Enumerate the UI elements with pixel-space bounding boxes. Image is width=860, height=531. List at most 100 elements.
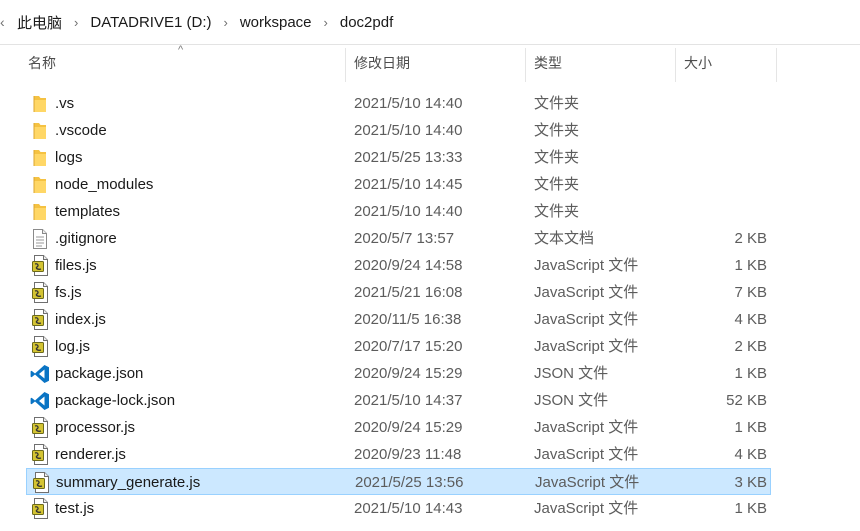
column-divider[interactable] [345,48,346,82]
file-name: processor.js [55,419,136,436]
file-type: JSON 文件 [534,365,609,382]
chevron-right-icon[interactable]: › [324,15,328,30]
file-name: .vscode [55,122,107,139]
file-size: 4 KB [734,446,767,463]
file-modified-date: 2021/5/10 14:43 [354,500,463,517]
breadcrumb-this-pc[interactable]: 此电脑 [15,9,64,36]
breadcrumb-doc2pdf[interactable]: doc2pdf [338,11,395,34]
file-row[interactable]: .gitignore 2020/5/7 13:57 文本文档 2 KB [26,225,771,252]
breadcrumb: ‹ 此电脑 › DATADRIVE1 (D:) › workspace › do… [0,0,860,45]
file-modified-date: 2020/11/5 16:38 [354,311,462,328]
js-file-icon [30,279,50,306]
js-file-icon [30,495,50,522]
file-type: JavaScript 文件 [534,500,639,517]
file-type: JavaScript 文件 [534,419,639,436]
file-row[interactable]: .vs 2021/5/10 14:40 文件夹 [26,90,771,117]
column-header-type[interactable]: 类型 [534,44,674,82]
file-type: JavaScript 文件 [534,284,639,301]
file-size: 4 KB [734,311,767,328]
file-name: summary_generate.js [56,474,201,491]
file-row[interactable]: renderer.js 2020/9/23 11:48 JavaScript 文件 4… [26,441,771,468]
file-size: 7 KB [734,284,767,301]
file-row[interactable]: package.json 2020/9/24 15:29 JSON 文件 1 KB [26,360,771,387]
file-name: .vs [55,95,75,112]
file-modified-date: 2021/5/25 13:56 [355,474,464,491]
file-name: templates [55,203,121,220]
file-row[interactable]: fs.js 2021/5/21 16:08 JavaScript 文件 7 KB [26,279,771,306]
js-file-icon [30,414,50,441]
file-modified-date: 2020/7/17 15:20 [354,338,463,355]
file-modified-date: 2020/9/24 15:29 [354,419,463,436]
chevron-left-icon[interactable]: ‹ [0,14,6,30]
file-modified-date: 2021/5/10 14:40 [354,122,463,139]
file-modified-date: 2020/9/23 11:48 [354,446,462,463]
breadcrumb-workspace[interactable]: workspace [238,11,314,34]
file-modified-date: 2021/5/10 14:40 [354,203,463,220]
file-type: 文件夹 [534,149,580,166]
file-name: logs [55,149,83,166]
file-modified-date: 2021/5/10 14:40 [354,95,463,112]
file-row[interactable]: package-lock.json 2021/5/10 14:37 JSON 文件 5… [26,387,771,414]
breadcrumb-drive[interactable]: DATADRIVE1 (D:) [88,11,213,34]
column-header-size[interactable]: 大小 [684,44,774,82]
column-header-name[interactable]: 名称 [28,44,344,82]
file-modified-date: 2021/5/10 14:45 [354,176,463,193]
column-header-date-label: 修改日期 [354,55,410,71]
file-type: JavaScript 文件 [534,338,639,355]
js-file-icon [30,306,50,333]
folder-icon [30,144,50,171]
file-size: 2 KB [734,338,767,355]
vscode-file-icon [30,387,50,414]
file-row[interactable]: logs 2021/5/25 13:33 文件夹 [26,144,771,171]
file-size: 52 KB [726,392,767,409]
chevron-right-icon[interactable]: › [74,15,78,30]
file-size: 1 KB [734,419,767,436]
file-modified-date: 2021/5/10 14:37 [354,392,463,409]
file-modified-date: 2021/5/25 13:33 [354,149,463,166]
file-type: 文件夹 [534,122,580,139]
file-size: 1 KB [734,365,767,382]
file-row[interactable]: files.js 2020/9/24 14:58 JavaScript 文件 1 KB [26,252,771,279]
file-modified-date: 2021/5/21 16:08 [354,284,463,301]
text-file-icon [30,225,50,252]
file-row[interactable]: processor.js 2020/9/24 15:29 JavaScript 文件… [26,414,771,441]
chevron-right-icon[interactable]: › [223,15,227,30]
file-row[interactable]: node_modules 2021/5/10 14:45 文件夹 [26,171,771,198]
column-header-size-label: 大小 [684,55,712,71]
file-row[interactable]: summary_generate.js 2021/5/25 13:56 JavaSc… [26,468,771,495]
file-name: files.js [55,257,97,274]
file-size: 2 KB [734,230,767,247]
file-name: package-lock.json [55,392,176,409]
file-name: index.js [55,311,106,328]
js-file-icon [30,333,50,360]
file-name: .gitignore [55,230,117,247]
file-modified-date: 2020/9/24 14:58 [354,257,463,274]
file-type: JavaScript 文件 [535,474,640,491]
file-type: JavaScript 文件 [534,311,639,328]
file-size: 3 KB [734,474,767,491]
file-name: renderer.js [55,446,126,463]
column-divider[interactable] [675,48,676,82]
column-header-date[interactable]: 修改日期 [354,44,524,82]
folder-icon [30,198,50,225]
file-row[interactable]: .vscode 2021/5/10 14:40 文件夹 [26,117,771,144]
file-name: test.js [55,500,95,517]
file-row[interactable]: test.js 2021/5/10 14:43 JavaScript 文件 1 KB [26,495,771,522]
file-modified-date: 2020/9/24 15:29 [354,365,463,382]
file-name: log.js [55,338,91,355]
vscode-file-icon [30,360,50,387]
file-row[interactable]: log.js 2020/7/17 15:20 JavaScript 文件 2 KB [26,333,771,360]
file-row[interactable]: templates 2021/5/10 14:40 文件夹 [26,198,771,225]
file-type: 文件夹 [534,176,580,193]
column-header-row: ^ 名称 修改日期 类型 大小 [0,44,860,82]
file-modified-date: 2020/5/7 13:57 [354,230,455,247]
file-type: 文件夹 [534,95,580,112]
js-file-icon [31,469,51,496]
column-header-type-label: 类型 [534,55,562,71]
file-row[interactable]: index.js 2020/11/5 16:38 JavaScript 文件 4 KB [26,306,771,333]
file-type: 文件夹 [534,203,580,220]
column-divider[interactable] [525,48,526,82]
column-divider[interactable] [776,48,777,82]
file-type: JavaScript 文件 [534,446,639,463]
js-file-icon [30,441,50,468]
